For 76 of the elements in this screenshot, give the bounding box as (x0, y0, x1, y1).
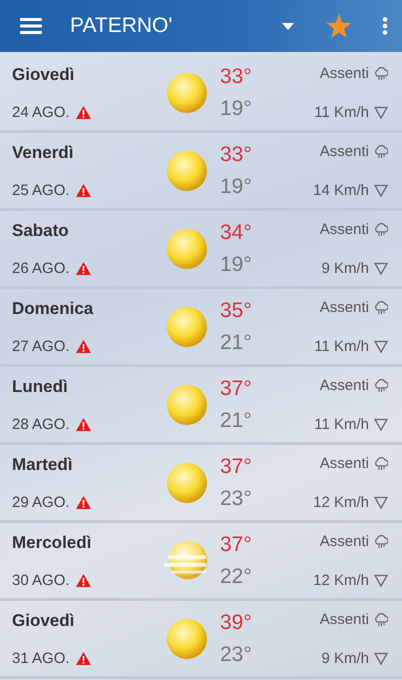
precipitation-label: Assenti (320, 532, 369, 550)
date-label: 27 AGO. (12, 338, 70, 354)
wind-arrow-icon (374, 340, 388, 352)
wind-speed: 9 Km/h (321, 650, 369, 666)
wind-arrow-icon (374, 262, 388, 274)
date-label: 30 AGO. (12, 572, 70, 588)
day-name: Giovedì (12, 610, 76, 630)
day-name: Mercoledì (12, 532, 92, 552)
min-temperature: 23° (220, 642, 253, 666)
min-temperature: 21° (220, 330, 253, 354)
wind-arrow-icon (374, 184, 388, 196)
precipitation-label: Assenti (320, 220, 369, 238)
min-temperature: 23° (220, 486, 253, 510)
max-temperature: 33° (220, 64, 253, 88)
max-temperature: 39° (220, 610, 253, 634)
min-temperature: 19° (220, 252, 253, 276)
max-temperature: 37° (220, 532, 253, 556)
sun-icon (166, 228, 208, 270)
wind-speed: 12 Km/h (313, 572, 369, 588)
date-label: 24 AGO. (12, 104, 70, 120)
max-temperature: 37° (220, 454, 253, 478)
rain-cloud-icon (374, 144, 388, 158)
sun-icon (166, 462, 208, 504)
rain-cloud-icon (374, 612, 388, 626)
sun-icon (166, 384, 208, 426)
date-label: 29 AGO. (12, 494, 70, 510)
menu-icon[interactable] (20, 18, 42, 34)
min-temperature: 22° (220, 564, 253, 588)
dropdown-caret-icon[interactable] (282, 22, 294, 30)
wind-speed: 12 Km/h (313, 494, 369, 510)
min-temperature: 21° (220, 408, 253, 432)
rain-cloud-icon (374, 300, 388, 314)
date-label: 31 AGO. (12, 650, 70, 666)
wind-arrow-icon (374, 418, 388, 430)
rain-cloud-icon (374, 378, 388, 392)
day-name: Sabato (12, 220, 70, 240)
star-icon[interactable] (326, 14, 352, 38)
wind-speed: 11 Km/h (314, 104, 369, 120)
location-title: PATERNO' (70, 14, 174, 38)
sun-icon (166, 150, 208, 192)
sun-icon (166, 618, 208, 660)
date-label: 28 AGO. (12, 416, 70, 432)
precipitation-label: Assenti (320, 298, 369, 316)
precipitation-label: Assenti (320, 454, 369, 472)
more-options-icon[interactable] (382, 17, 388, 35)
max-temperature: 37° (220, 376, 253, 400)
precipitation-label: Assenti (320, 64, 369, 82)
precipitation-label: Assenti (320, 142, 369, 160)
max-temperature: 34° (220, 220, 253, 244)
max-temperature: 35° (220, 298, 253, 322)
precipitation-label: Assenti (320, 376, 369, 394)
wind-speed: 14 Km/h (313, 182, 369, 198)
date-label: 25 AGO. (12, 182, 70, 198)
rain-cloud-icon (374, 534, 388, 548)
wind-speed: 11 Km/h (314, 416, 369, 432)
day-name: Giovedì (12, 64, 76, 84)
wind-speed: 11 Km/h (314, 338, 369, 354)
day-name: Venerdì (12, 142, 74, 162)
max-temperature: 33° (220, 142, 253, 166)
wind-arrow-icon (374, 652, 388, 664)
sun-icon (166, 306, 208, 348)
min-temperature: 19° (220, 96, 253, 120)
precipitation-label: Assenti (320, 610, 369, 628)
wind-arrow-icon (374, 106, 388, 118)
wind-arrow-icon (374, 574, 388, 586)
date-label: 26 AGO. (12, 260, 70, 276)
day-name: Lunedì (12, 376, 69, 396)
rain-cloud-icon (374, 222, 388, 236)
day-name: Domenica (12, 298, 94, 318)
rain-cloud-icon (374, 456, 388, 470)
wind-speed: 9 Km/h (321, 260, 369, 276)
rain-cloud-icon (374, 66, 388, 80)
day-name: Martedì (12, 454, 74, 474)
sun-icon (166, 72, 208, 114)
wind-arrow-icon (374, 496, 388, 508)
min-temperature: 19° (220, 174, 253, 198)
